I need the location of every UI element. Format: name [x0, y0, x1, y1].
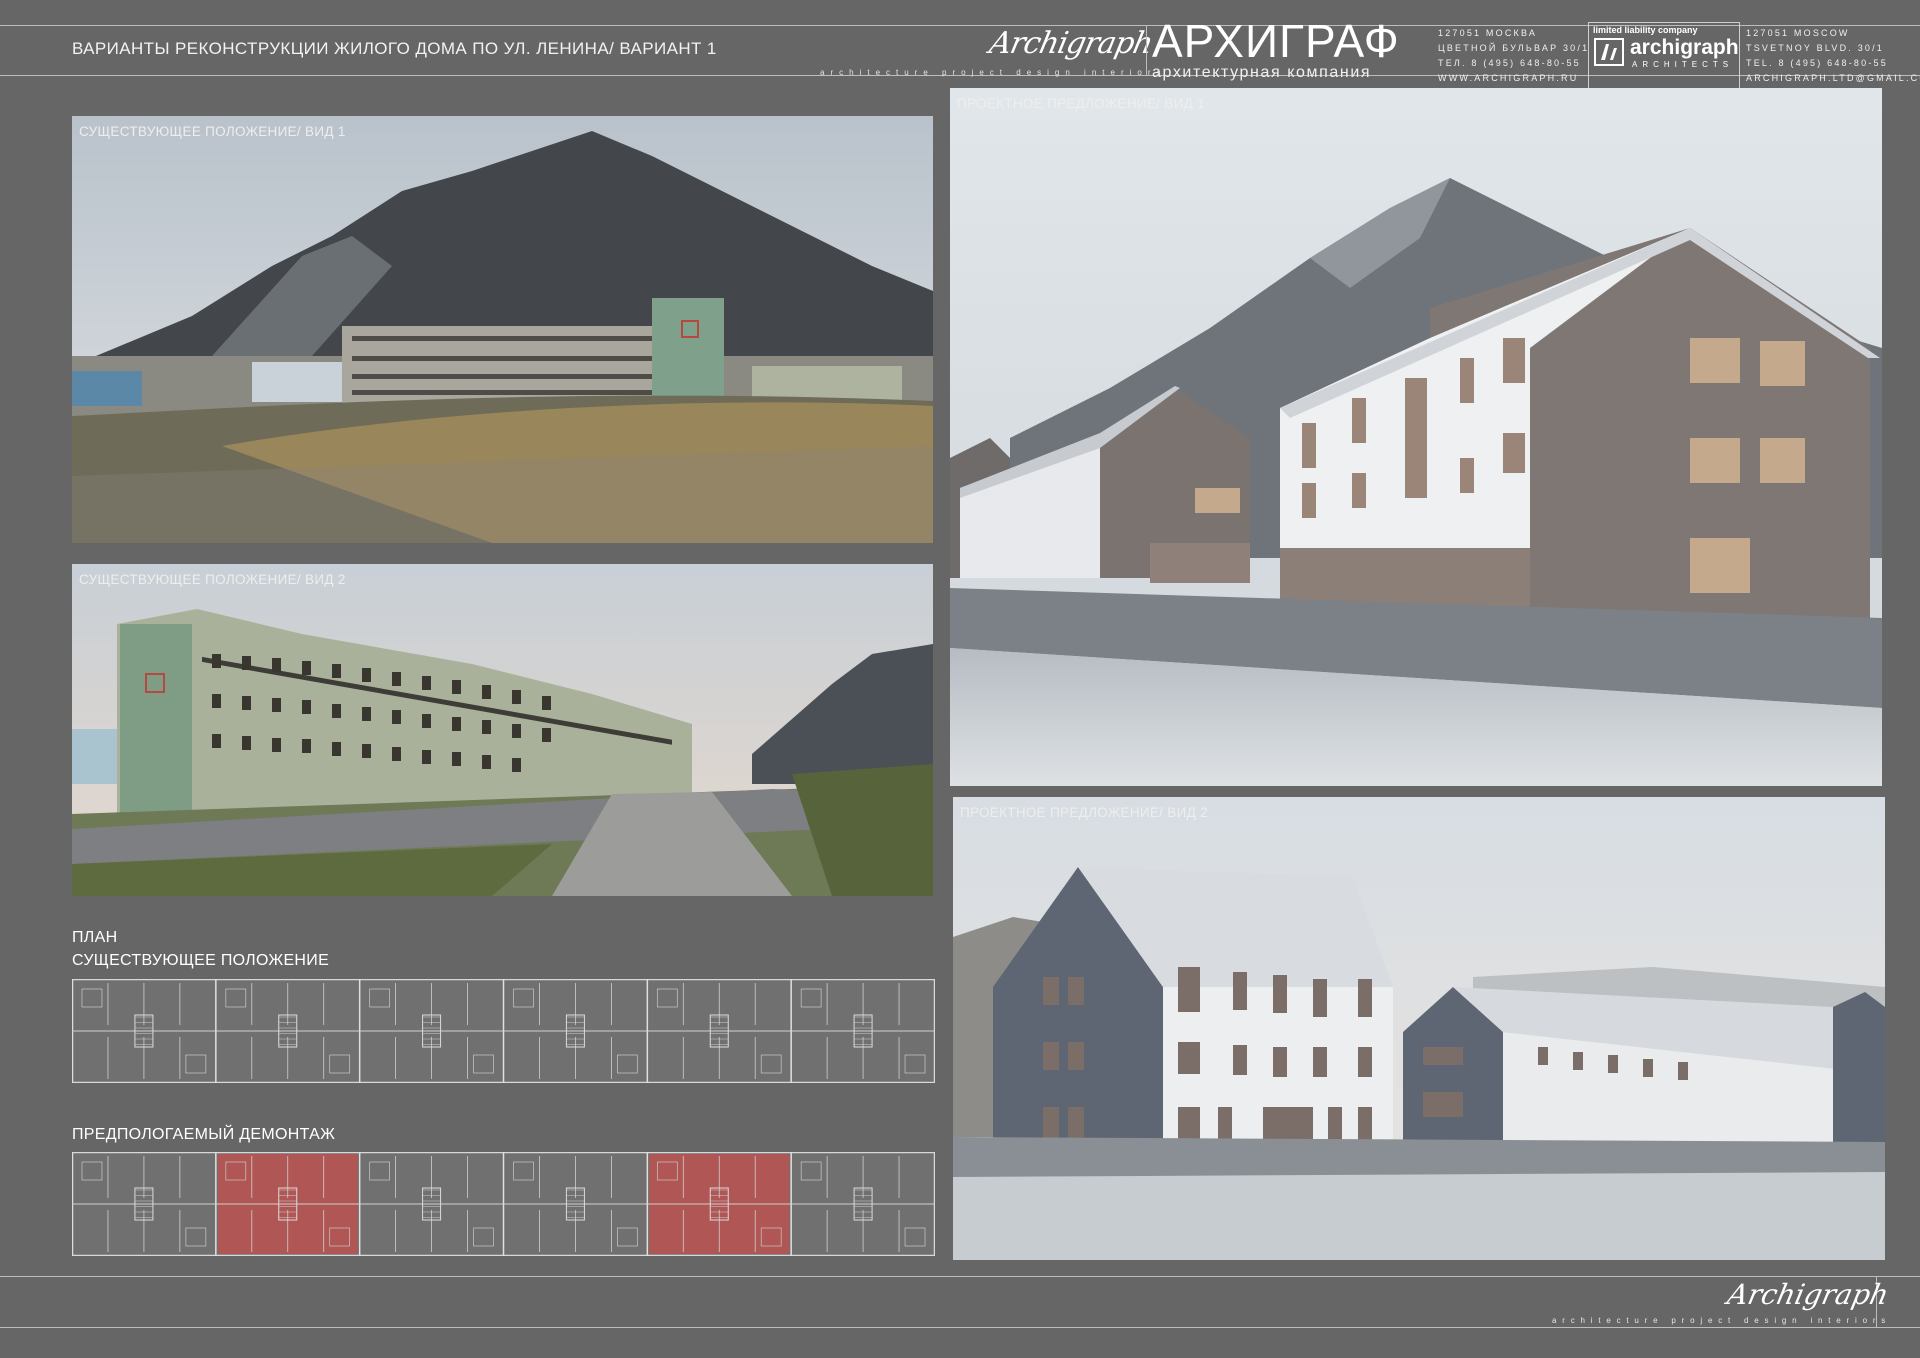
plan-section	[215, 1152, 360, 1256]
address-en-phone: TEL. 8 (495) 648-80-55	[1746, 58, 1888, 68]
plan-section	[646, 1152, 792, 1256]
floor-plan-demolition	[72, 1152, 935, 1256]
brand-name: АРХИГРАФ	[1152, 15, 1400, 67]
address-ru-website[interactable]: WWW.ARCHIGRAPH.RU	[1438, 71, 1589, 86]
address-en-street: TSVETNOY BLVD. 30/1	[1746, 43, 1885, 53]
plan-demolition-label: ПРЕДПОЛОГАЕМЫЙ ДЕМОНТАЖ	[72, 1126, 336, 1143]
footer-line-top	[0, 1276, 1920, 1277]
address-ru-city: 127051 МОСКВА	[1438, 28, 1538, 38]
logo-tagline: architecture project design interiors	[820, 68, 1167, 77]
address-ru-phone: ТЕЛ. 8 (495) 648-80-55	[1438, 58, 1581, 68]
address-en-city: 127051 MOSCOW	[1746, 28, 1850, 38]
photo-existing-view-2: СУЩЕСТВУЮЩЕЕ ПОЛОЖЕНИЕ/ ВИД 2	[72, 564, 933, 896]
llc-name: archigraph	[1630, 36, 1739, 59]
address-ru: 127051 МОСКВА ЦВЕТНОЙ БУЛЬВАР 30/1 ТЕЛ. …	[1438, 26, 1589, 86]
panel-caption: СУЩЕСТВУЮЩЕЕ ПОЛОЖЕНИЕ/ ВИД 1	[79, 124, 346, 139]
address-en: 127051 MOSCOW TSVETNOY BLVD. 30/1 TEL. 8…	[1746, 26, 1920, 86]
footer-logo-script: Archigraph	[1724, 1278, 1892, 1311]
archigraph-mark-icon	[1594, 38, 1624, 66]
render-proposal-view-1: ПРОЕКТНОЕ ПРЕДЛОЖЕНИЕ/ ВИД 1	[950, 88, 1882, 786]
floor-plan-existing	[72, 979, 935, 1083]
address-en-email[interactable]: ARCHIGRAPH.LTD@GMAIL.COM	[1746, 71, 1920, 86]
brand-subtitle: архитектурная компания	[1152, 64, 1372, 81]
page-title: ВАРИАНТЫ РЕКОНСТРУКЦИИ ЖИЛОГО ДОМА ПО УЛ…	[72, 39, 717, 58]
panel-caption: СУЩЕСТВУЮЩЕЕ ПОЛОЖЕНИЕ/ ВИД 2	[79, 572, 346, 587]
footer-tagline: architecture project design interiors	[1552, 1316, 1892, 1325]
photo-existing-view-1: СУЩЕСТВУЮЩЕЕ ПОЛОЖЕНИЕ/ ВИД 1	[72, 116, 933, 543]
header-divider	[1146, 25, 1147, 75]
llc-subtitle: ARCHITECTS	[1632, 60, 1734, 69]
address-ru-street: ЦВЕТНОЙ БУЛЬВАР 30/1	[1438, 43, 1590, 53]
panel-caption: ПРОЕКТНОЕ ПРЕДЛОЖЕНИЕ/ ВИД 1	[957, 96, 1205, 111]
footer-line-bottom	[0, 1327, 1920, 1328]
llc-label: limited liability company	[1593, 25, 1698, 35]
plan-heading: ПЛАН	[72, 929, 118, 946]
archigraph-logo-script: Archigraph	[986, 26, 1156, 61]
render-proposal-view-2: ПРОЕКТНОЕ ПРЕДЛОЖЕНИЕ/ ВИД 2	[953, 797, 1885, 1260]
plan-existing-label: СУЩЕСТВУЮЩЕЕ ПОЛОЖЕНИЕ	[72, 952, 330, 969]
panel-caption: ПРОЕКТНОЕ ПРЕДЛОЖЕНИЕ/ ВИД 2	[960, 805, 1208, 820]
